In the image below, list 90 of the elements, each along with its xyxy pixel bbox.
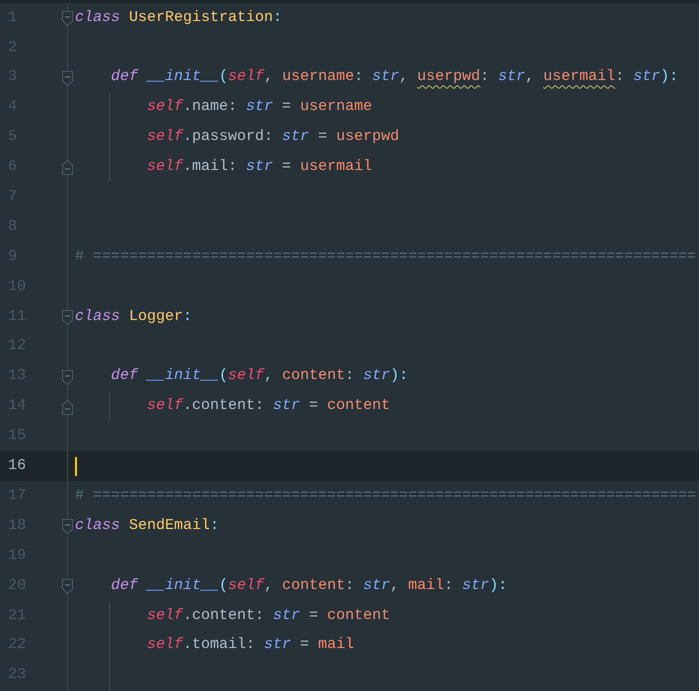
code-type: str: [363, 576, 390, 596]
code-keyword: def: [111, 67, 138, 88]
code-identifier: content: [282, 576, 346, 596]
code-text: ,: [264, 576, 274, 596]
code-identifier: content: [282, 366, 346, 386]
code-text: :: [345, 366, 356, 386]
code-punctuation: ):: [660, 67, 678, 88]
code-type: str: [273, 396, 300, 416]
code-type: str: [372, 67, 400, 88]
code-punctuation: (: [219, 576, 228, 596]
code-function-name: __init__: [147, 67, 220, 88]
code-identifier: content: [327, 606, 390, 626]
code-comment: # ===================================================================: [75, 486, 696, 506]
code-type: str: [246, 157, 274, 178]
code-keyword: class: [75, 306, 120, 327]
fold-collapse-icon[interactable]: [62, 11, 73, 26]
code-text: =: [281, 97, 292, 118]
code-self: self: [228, 67, 264, 88]
code-text: .mail:: [183, 157, 238, 178]
code-punctuation: (: [219, 67, 228, 88]
code-class-name: Logger: [129, 306, 184, 327]
code-text: .content:: [183, 396, 266, 416]
fold-collapse-icon[interactable]: [62, 310, 73, 325]
code-identifier: userpwd: [336, 127, 400, 148]
code-keyword: def: [111, 366, 138, 386]
text-cursor: [75, 456, 77, 476]
code-text: .password:: [183, 127, 274, 148]
code-identifier: mail: [408, 576, 444, 596]
code-comment: # ===================================================================: [75, 246, 696, 267]
code-text: =: [308, 396, 320, 416]
code-text: :: [615, 67, 626, 88]
code-type: str: [633, 67, 660, 88]
code-identifier: usermail: [300, 157, 372, 178]
code-type: str: [264, 635, 292, 656]
code-keyword: class: [75, 8, 120, 28]
fold-collapse-icon[interactable]: [62, 578, 73, 594]
fold-collapse-icon[interactable]: [62, 370, 73, 385]
code-text: ,: [264, 67, 274, 88]
code-type: str: [498, 67, 526, 88]
fold-collapse-icon[interactable]: [62, 70, 73, 86]
code-type: str: [273, 606, 300, 626]
code-keyword: def: [111, 576, 138, 596]
code-text: :: [354, 67, 364, 88]
code-punctuation: :: [273, 8, 282, 28]
code-self: self: [228, 576, 264, 596]
code-text: ,: [399, 67, 410, 88]
code-identifier: userpwd: [417, 67, 480, 88]
code-class-name: UserRegistration: [129, 8, 274, 28]
code-self: self: [147, 127, 184, 148]
code-text: ,: [264, 366, 274, 386]
code-text: :: [444, 576, 454, 596]
code-type: str: [282, 127, 310, 148]
code-self: self: [147, 97, 184, 118]
code-text: .content:: [183, 606, 266, 626]
code-function-name: __init__: [147, 576, 220, 596]
code-text: =: [299, 635, 310, 656]
code-text: :: [480, 67, 490, 88]
code-text: ,: [390, 576, 400, 596]
code-function-name: __init__: [147, 366, 220, 386]
code-text: ,: [525, 67, 536, 88]
code-identifier: username: [282, 67, 354, 88]
code-self: self: [147, 157, 184, 178]
code-type: str: [363, 366, 390, 386]
fold-end-icon[interactable]: [62, 160, 73, 176]
code-text: :: [345, 576, 356, 596]
fold-end-icon[interactable]: [62, 400, 73, 415]
code-text: .tomail:: [183, 635, 256, 656]
code-class-name: SendEmail: [129, 516, 210, 536]
code-punctuation: :: [183, 306, 192, 327]
code-self: self: [147, 396, 184, 416]
code-self: self: [228, 366, 264, 386]
code-text: =: [308, 606, 320, 626]
code-self: self: [147, 606, 184, 626]
code-text: .name:: [183, 97, 238, 118]
code-self: self: [147, 635, 184, 656]
line-number: 16: [7, 456, 28, 476]
code-identifier: mail: [318, 635, 354, 656]
code-identifier: usermail: [543, 67, 616, 88]
code-punctuation: (: [219, 366, 228, 386]
code-keyword: class: [75, 516, 120, 536]
code-punctuation: ):: [489, 576, 508, 596]
code-identifier: username: [300, 97, 372, 118]
code-punctuation: :: [210, 516, 220, 536]
code-type: str: [462, 576, 490, 596]
code-text: =: [317, 127, 328, 148]
code-identifier: content: [327, 396, 390, 416]
code-type: str: [246, 97, 274, 118]
fold-collapse-icon[interactable]: [62, 519, 73, 534]
code-punctuation: ):: [390, 366, 408, 386]
code-text: =: [281, 157, 292, 178]
